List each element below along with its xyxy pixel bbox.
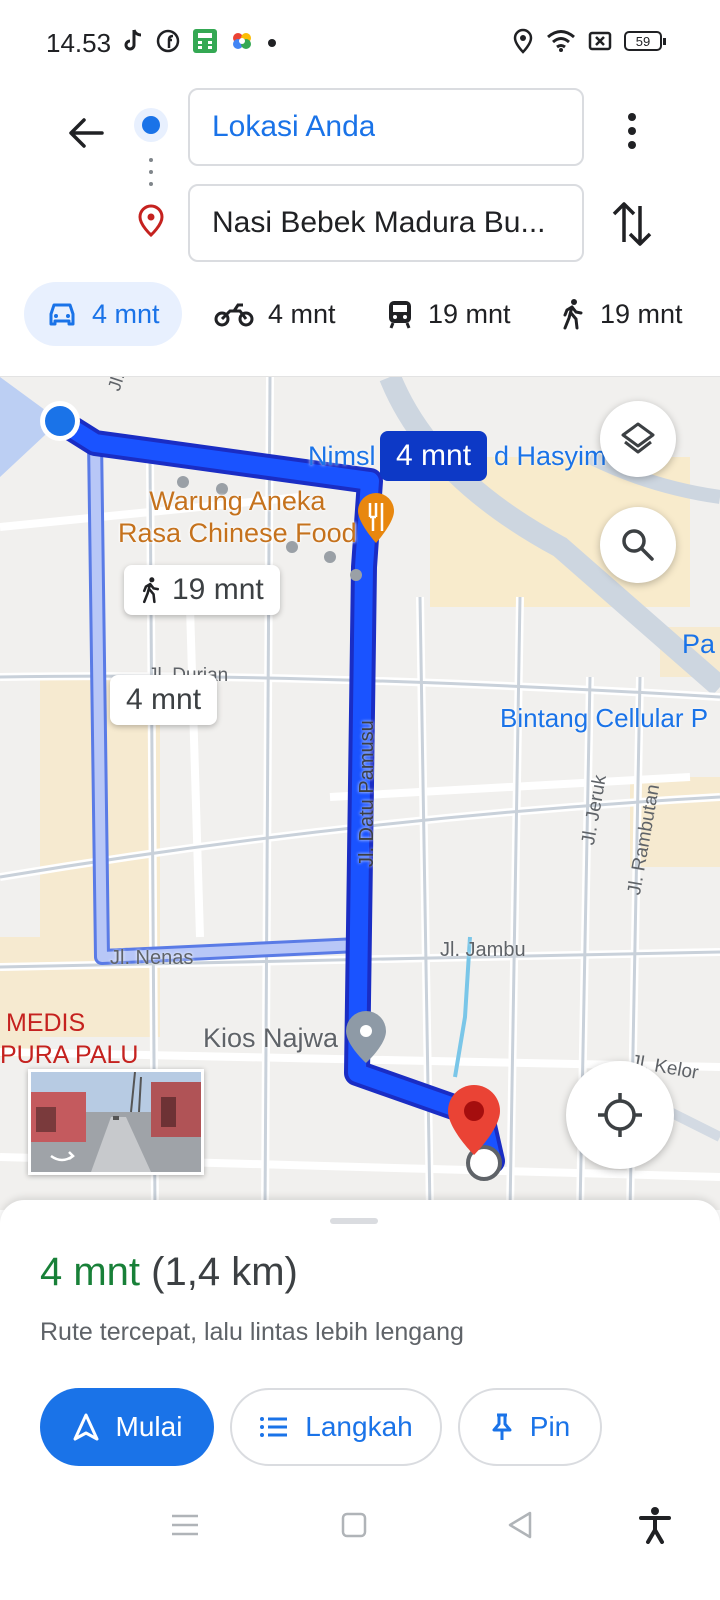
car-icon [49, 303, 75, 326]
crosshair-icon [598, 1093, 642, 1137]
layers-button[interactable] [600, 401, 676, 477]
menu-icon[interactable] [170, 1512, 200, 1538]
battery-icon: 59 [624, 31, 666, 51]
tab-driving[interactable]: 4 mnt [24, 282, 182, 346]
facebook-icon [156, 29, 180, 53]
street-label-datu-pamusu: Jl. Datu Pamusu [356, 720, 378, 867]
tab-transit[interactable]: 19 mnt [364, 282, 533, 346]
street-label-nenas: Jl. Nenas [110, 947, 194, 969]
status-bar: 14.53 59 [0, 0, 720, 86]
my-location-button[interactable] [566, 1061, 674, 1169]
eta-time: 4 mnt [40, 1250, 141, 1294]
tab-walking-time: 19 mnt [600, 298, 683, 329]
street-label-jambu: Jl. Jambu [440, 939, 526, 961]
battery-level: 59 [635, 33, 651, 49]
photos-app-icon [233, 33, 251, 49]
rotate-360-icon [50, 1151, 75, 1162]
wifi-icon [547, 30, 575, 52]
status-system-icons: 59 [512, 28, 666, 54]
list-icon [260, 1417, 288, 1437]
search-icon [622, 529, 654, 561]
tab-motorcycle[interactable]: 4 mnt [192, 282, 358, 346]
accessibility-icon[interactable] [638, 1506, 672, 1544]
place-label-kios[interactable]: Kios Najwa [203, 1023, 338, 1054]
location-icon [513, 28, 533, 54]
place-label-pa[interactable]: Pa [682, 629, 715, 660]
steps-button[interactable]: Langkah [230, 1388, 442, 1466]
tab-transit-time: 19 mnt [428, 298, 511, 329]
directions-header: Lokasi Anda Nasi Bebek Madura Bu... 4 mn… [0, 86, 720, 376]
status-time: 14.53 [46, 28, 112, 58]
route-walk-time-label[interactable]: 19 mnt [124, 565, 280, 615]
route-endpoints-icon [134, 108, 168, 238]
walk-icon [563, 299, 583, 330]
swap-vert-icon [612, 202, 652, 246]
pin-button[interactable]: Pin [458, 1388, 602, 1466]
tab-driving-time: 4 mnt [92, 298, 160, 329]
tab-motorcycle-time: 4 mnt [268, 298, 336, 329]
destination-input[interactable]: Nasi Bebek Madura Bu... [188, 184, 584, 262]
route-eta: 4 mnt (1,4 km) [40, 1250, 298, 1295]
walk-icon [142, 577, 160, 604]
transit-icon [389, 301, 411, 329]
search-along-route-button[interactable] [600, 507, 676, 583]
arrow-back-icon [69, 118, 104, 148]
route-description: Rute tercepat, lalu lintas lebih lengang [40, 1318, 464, 1346]
origin-input[interactable]: Lokasi Anda [188, 88, 584, 166]
more-vert-icon [628, 113, 636, 149]
travel-mode-tabs: 4 mnt 4 mnt 19 mnt 19 mnt [0, 282, 720, 346]
motorcycle-icon [214, 303, 254, 327]
route-alt-time-label[interactable]: 4 mnt [110, 675, 218, 725]
tiktok-icon [124, 29, 142, 51]
tab-walking[interactable]: 19 mnt [538, 282, 705, 346]
street-view-thumbnail[interactable] [28, 1069, 204, 1175]
swap-locations-button[interactable] [606, 196, 658, 252]
system-navigation-bar [0, 1490, 720, 1600]
no-sim-icon [588, 31, 612, 51]
calculator-app-icon [193, 29, 217, 53]
place-label-hasyim-left[interactable]: Nimsl [308, 441, 376, 472]
home-icon[interactable] [340, 1511, 368, 1539]
place-label-bintang[interactable]: Bintang Cellular P [500, 703, 708, 734]
place-label-medis[interactable]: MEDIS PURA PALU [0, 1007, 138, 1071]
back-icon[interactable] [506, 1510, 534, 1540]
navigation-arrow-icon [73, 1413, 99, 1441]
status-notification-icons [122, 28, 278, 54]
sheet-drag-handle[interactable] [330, 1218, 378, 1224]
dot-icon [268, 39, 276, 47]
map-view[interactable]: Warung Aneka Rasa Chinese Food Nimsl d H… [0, 376, 720, 1210]
route-primary-time-label[interactable]: 4 mnt [380, 431, 488, 481]
pin-icon [492, 1413, 512, 1440]
layers-icon [621, 422, 655, 454]
place-label-hasyim-right[interactable]: d Hasyim [494, 441, 607, 472]
eta-distance: (1,4 km) [151, 1250, 298, 1294]
place-label-restaurant[interactable]: Warung Aneka Rasa Chinese Food [118, 485, 357, 549]
more-options-button[interactable] [610, 106, 654, 156]
start-navigation-button[interactable]: Mulai [40, 1388, 214, 1466]
back-button[interactable] [62, 108, 112, 158]
